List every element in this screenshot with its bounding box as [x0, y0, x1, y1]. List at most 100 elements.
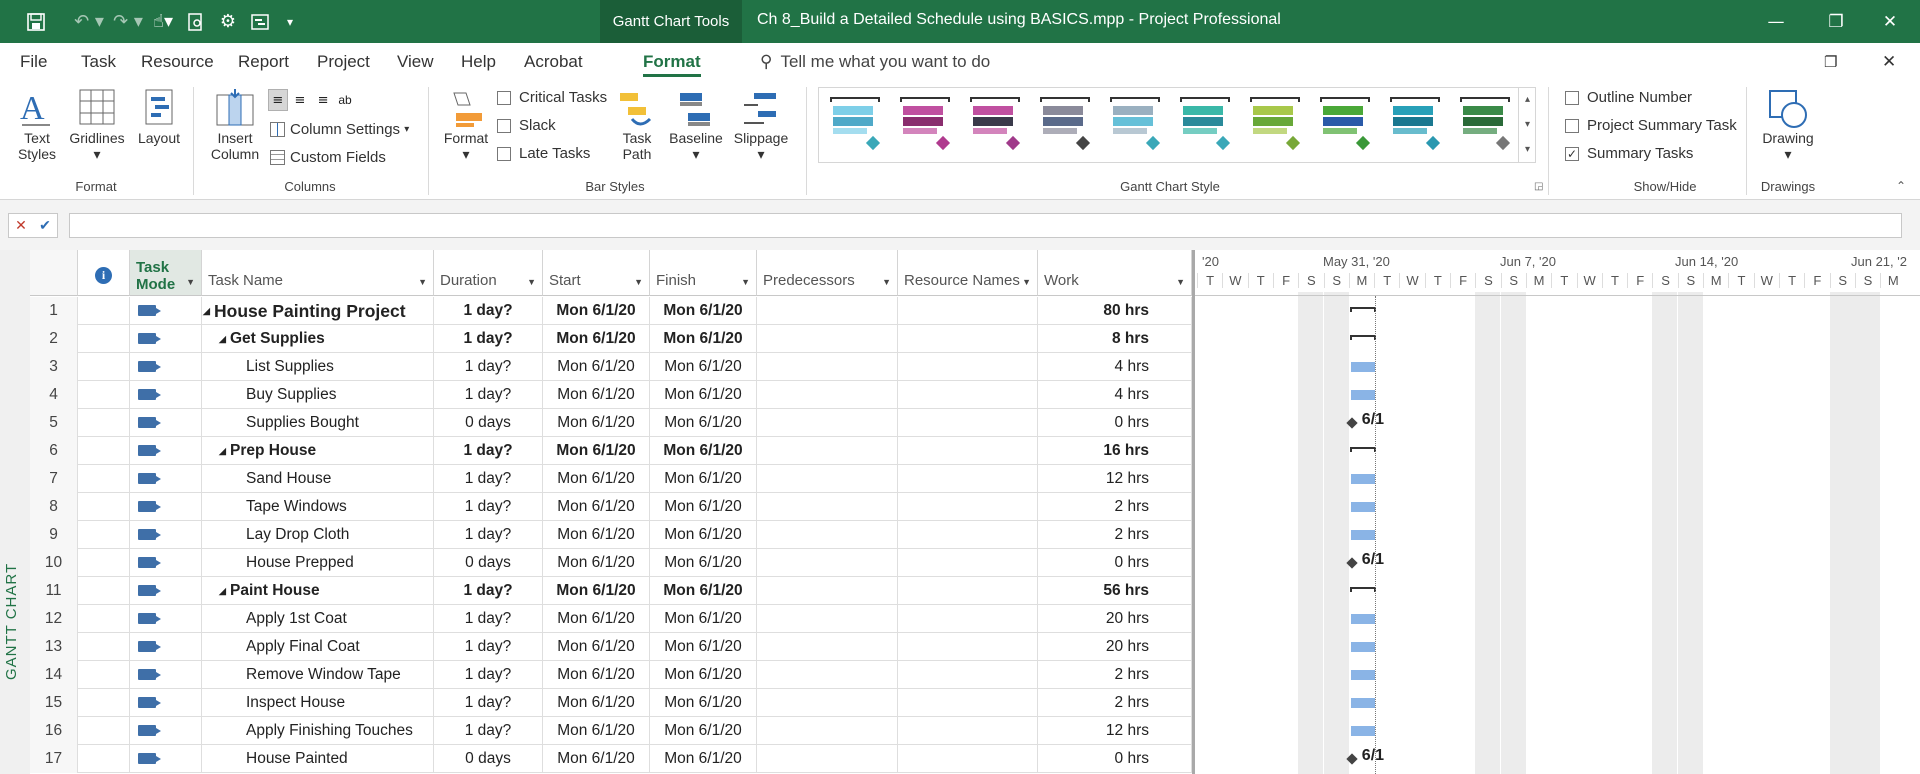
predecessors-cell[interactable] — [757, 381, 898, 409]
work-cell[interactable]: 4 hrs — [1038, 353, 1192, 381]
resource-names-cell[interactable] — [898, 717, 1038, 745]
task-name-cell[interactable]: ◢ House Painting Project — [202, 297, 434, 325]
finish-cell[interactable]: Mon 6/1/20 — [650, 353, 757, 381]
cancel-icon[interactable]: ✕ — [15, 217, 27, 234]
resource-names-cell[interactable] — [898, 521, 1038, 549]
work-cell[interactable]: 4 hrs — [1038, 381, 1192, 409]
task-name-cell[interactable]: List Supplies — [202, 353, 434, 381]
row-number[interactable]: 15 — [30, 689, 78, 717]
task-mode-cell[interactable] — [130, 717, 202, 745]
column-header-indicators[interactable]: i — [78, 250, 130, 296]
collapse-icon[interactable]: ◢ — [219, 325, 226, 353]
row-number[interactable]: 1 — [30, 297, 78, 325]
task-mode-cell[interactable] — [130, 297, 202, 325]
work-cell[interactable]: 0 hrs — [1038, 409, 1192, 437]
duration-cell[interactable]: 1 day? — [434, 633, 543, 661]
row-number[interactable]: 16 — [30, 717, 78, 745]
finish-cell[interactable]: Mon 6/1/20 — [650, 745, 757, 773]
collapse-icon[interactable]: ◢ — [219, 577, 226, 605]
slippage-button[interactable]: Slippage ▾ — [728, 130, 794, 163]
task-bar[interactable] — [1350, 698, 1376, 708]
gantt-style-option[interactable] — [1247, 94, 1303, 156]
resource-names-cell[interactable] — [898, 745, 1038, 773]
row-number[interactable]: 17 — [30, 745, 78, 773]
task-mode-cell[interactable] — [130, 577, 202, 605]
select-all-corner[interactable] — [30, 250, 78, 296]
duration-cell[interactable]: 1 day? — [434, 297, 543, 325]
tab-project[interactable]: Project — [317, 43, 370, 81]
work-cell[interactable]: 56 hrs — [1038, 577, 1192, 605]
task-name-cell[interactable]: Tape Windows — [202, 493, 434, 521]
duration-cell[interactable]: 0 days — [434, 409, 543, 437]
save-icon[interactable] — [20, 0, 52, 43]
column-header-predecessors[interactable]: Predecessors ▼ — [757, 250, 898, 296]
predecessors-cell[interactable] — [757, 325, 898, 353]
finish-cell[interactable]: Mon 6/1/20 — [650, 521, 757, 549]
duration-cell[interactable]: 0 days — [434, 745, 543, 773]
resource-names-cell[interactable] — [898, 353, 1038, 381]
table-row[interactable]: 4 Buy Supplies 1 day? Mon 6/1/20 Mon 6/1/20 4… — [30, 381, 1192, 409]
task-mode-cell[interactable] — [130, 409, 202, 437]
task-name-cell[interactable]: ◢ Paint House — [202, 577, 434, 605]
drawing-button[interactable]: Drawing ▾ — [1752, 130, 1824, 163]
duration-cell[interactable]: 1 day? — [434, 437, 543, 465]
column-settings-button[interactable]: Column Settings ▾ — [270, 121, 409, 138]
baseline-button[interactable]: Baseline ▾ — [664, 130, 728, 163]
summary-bar[interactable] — [1349, 587, 1377, 592]
close-window-icon[interactable]: ✕ — [1882, 43, 1896, 81]
slack-checkbox[interactable]: Slack — [497, 117, 556, 134]
table-row[interactable]: 3 List Supplies 1 day? Mon 6/1/20 Mon 6/1/20… — [30, 353, 1192, 381]
work-cell[interactable]: 2 hrs — [1038, 493, 1192, 521]
start-cell[interactable]: Mon 6/1/20 — [543, 409, 650, 437]
table-row[interactable]: 2 ◢ Get Supplies 1 day? Mon 6/1/20 Mon 6/1/20… — [30, 325, 1192, 353]
predecessors-cell[interactable] — [757, 493, 898, 521]
row-number[interactable]: 3 — [30, 353, 78, 381]
column-header-work[interactable]: Work ▼ — [1038, 250, 1192, 296]
column-header-finish[interactable]: Finish ▼ — [650, 250, 757, 296]
table-row[interactable]: 15 Inspect House 1 day? Mon 6/1/20 Mon 6/1/2… — [30, 689, 1192, 717]
gantt-style-option[interactable] — [1317, 94, 1373, 156]
align-right-icon[interactable]: ≡ — [312, 89, 334, 111]
task-bar[interactable] — [1350, 726, 1376, 736]
gridlines-button[interactable]: Gridlines ▾ — [64, 130, 130, 163]
finish-cell[interactable]: Mon 6/1/20 — [650, 465, 757, 493]
work-cell[interactable]: 8 hrs — [1038, 325, 1192, 353]
task-name-cell[interactable]: House Painted — [202, 745, 434, 773]
duration-cell[interactable]: 1 day? — [434, 465, 543, 493]
task-name-cell[interactable]: Apply Finishing Touches — [202, 717, 434, 745]
predecessors-cell[interactable] — [757, 633, 898, 661]
organizer-icon[interactable]: ⚙ — [212, 0, 244, 43]
duration-cell[interactable]: 1 day? — [434, 493, 543, 521]
redo-icon[interactable]: ↷ ▾ — [110, 0, 146, 43]
predecessors-cell[interactable] — [757, 465, 898, 493]
format-button[interactable]: Format ▾ — [436, 130, 496, 163]
resource-names-cell[interactable] — [898, 633, 1038, 661]
insert-column-button[interactable]: Insert Column — [203, 130, 267, 162]
start-cell[interactable]: Mon 6/1/20 — [543, 521, 650, 549]
tab-help[interactable]: Help — [461, 43, 496, 81]
task-mode-cell[interactable] — [130, 493, 202, 521]
task-bar[interactable] — [1350, 614, 1376, 624]
finish-cell[interactable]: Mon 6/1/20 — [650, 297, 757, 325]
table-row[interactable]: 8 Tape Windows 1 day? Mon 6/1/20 Mon 6/1/20 2… — [30, 493, 1192, 521]
late-tasks-checkbox[interactable]: Late Tasks — [497, 145, 590, 162]
resource-names-cell[interactable] — [898, 381, 1038, 409]
collapse-ribbon-icon[interactable]: ⌃ — [1896, 179, 1906, 193]
predecessors-cell[interactable] — [757, 297, 898, 325]
view-bar[interactable]: GANTT CHART — [0, 250, 30, 774]
tab-format[interactable]: Format — [643, 43, 701, 81]
gantt-style-option[interactable] — [1457, 94, 1513, 156]
start-cell[interactable]: Mon 6/1/20 — [543, 689, 650, 717]
work-cell[interactable]: 2 hrs — [1038, 661, 1192, 689]
predecessors-cell[interactable] — [757, 437, 898, 465]
wrap-text-icon[interactable]: ab — [334, 89, 356, 111]
duration-cell[interactable]: 0 days — [434, 549, 543, 577]
predecessors-cell[interactable] — [757, 409, 898, 437]
table-row[interactable]: 6 ◢ Prep House 1 day? Mon 6/1/20 Mon 6/1/20 16… — [30, 437, 1192, 465]
predecessors-cell[interactable] — [757, 549, 898, 577]
duration-cell[interactable]: 1 day? — [434, 325, 543, 353]
minimize-icon[interactable]: — — [1746, 0, 1806, 43]
row-number[interactable]: 10 — [30, 549, 78, 577]
restore-icon[interactable]: ❐ — [1806, 0, 1866, 43]
row-number[interactable]: 4 — [30, 381, 78, 409]
